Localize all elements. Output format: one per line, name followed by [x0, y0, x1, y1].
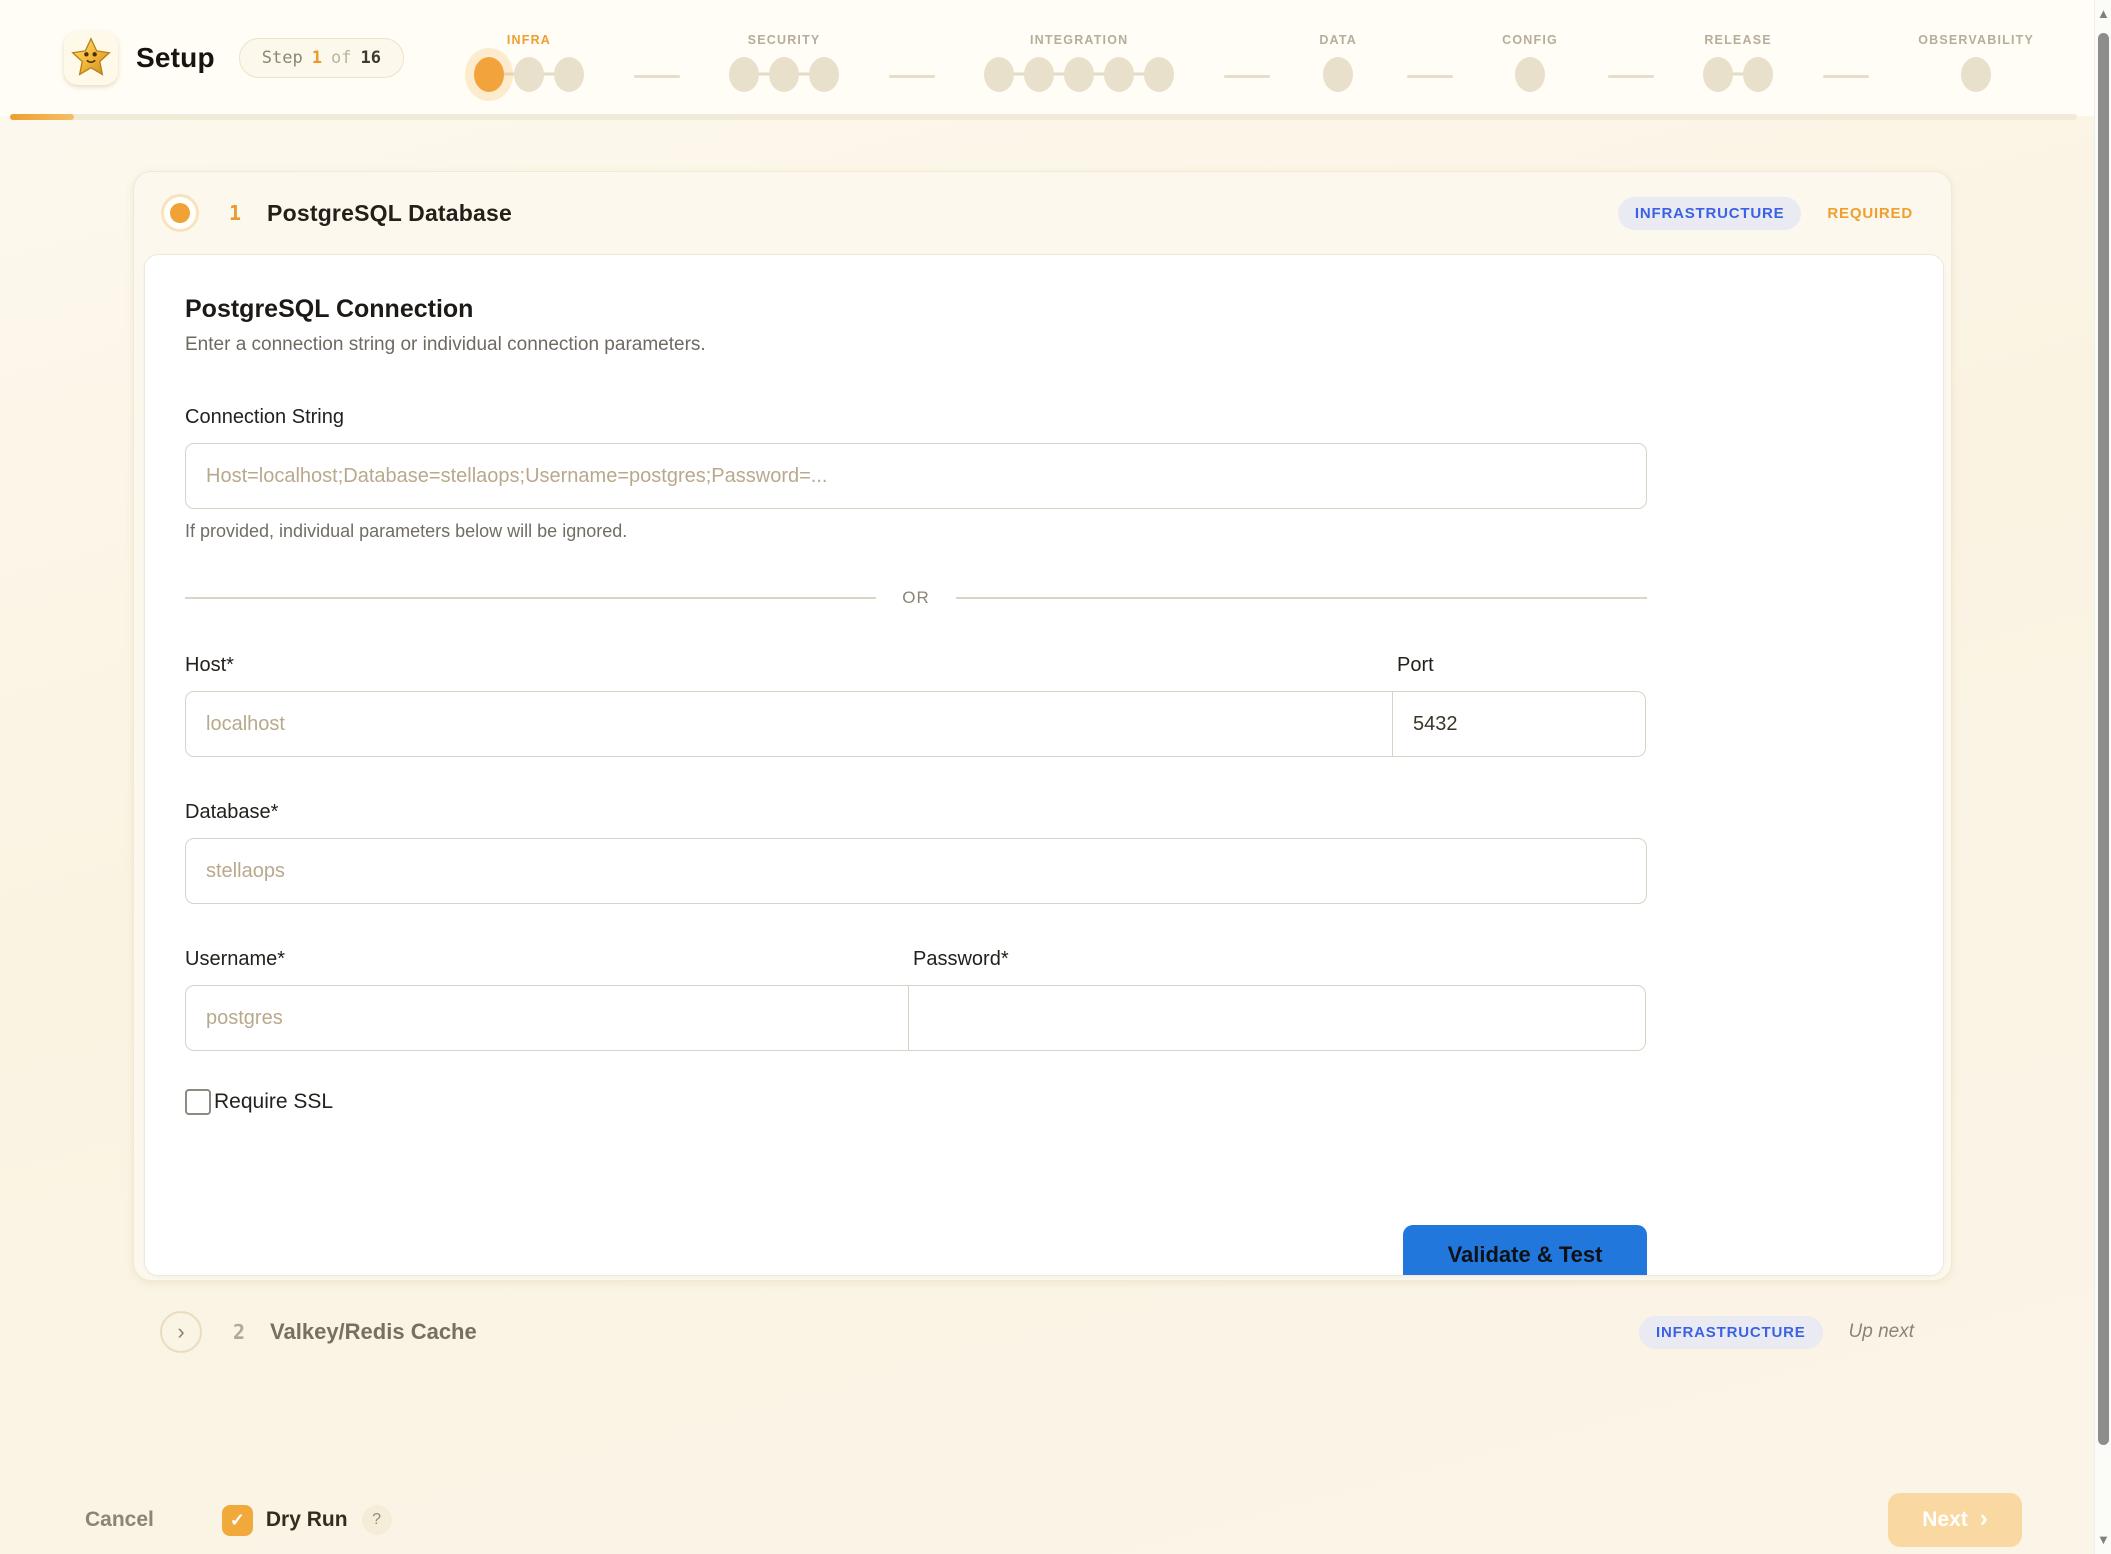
scroll-up-arrow-icon[interactable]: ▲ — [2097, 9, 2109, 19]
header: Setup Step 1 of 16 INFRA SECURITY INTEGRAT… — [0, 0, 2094, 116]
required-badge: REQUIRED — [1827, 205, 1913, 222]
step2-row[interactable]: › 2 Valkey/Redis Cache INFRASTRUCTURE Up… — [133, 1308, 1952, 1356]
host-input[interactable] — [206, 692, 1372, 756]
step-dot[interactable] — [809, 57, 839, 92]
database-label: Database* — [185, 801, 278, 824]
stepper-group-integration[interactable]: INTEGRATION — [984, 33, 1174, 92]
step2-infrastructure-badge: INFRASTRUCTURE — [1639, 1316, 1823, 1349]
connection-string-input[interactable] — [206, 444, 1626, 508]
step1-title: PostgreSQL Database — [267, 200, 512, 227]
require-ssl-label: Require SSL — [214, 1090, 333, 1114]
page-title: Setup — [136, 42, 215, 74]
password-label: Password* — [913, 948, 1009, 971]
stepper-group-config[interactable]: CONFIG — [1502, 33, 1558, 92]
chevron-right-icon: › — [1980, 1507, 1988, 1531]
checkmark-icon: ✓ — [230, 1510, 245, 1531]
step-counter-current: 1 — [312, 48, 322, 68]
step-dot[interactable] — [1104, 57, 1134, 92]
require-ssl-checkbox[interactable] — [185, 1089, 211, 1115]
step-dot[interactable] — [1743, 57, 1773, 92]
next-button[interactable]: Next › — [1888, 1493, 2022, 1547]
active-step-radio-icon — [161, 194, 199, 232]
step2-status: Up next — [1849, 1321, 1914, 1343]
stepper-group-label: SECURITY — [748, 33, 821, 47]
star-icon — [69, 36, 113, 80]
step-counter-prefix: Step — [262, 48, 303, 68]
stepper: INFRA SECURITY INTEGRATION DATA CONFIG RELEAS… — [474, 0, 2034, 116]
dry-run-help-icon[interactable]: ? — [362, 1505, 392, 1535]
postgres-form-panel: PostgreSQL Connection Enter a connection… — [144, 254, 1944, 1276]
stepper-group-infra[interactable]: INFRA — [474, 33, 584, 92]
database-input[interactable] — [206, 839, 1626, 903]
step-counter-total: 16 — [360, 48, 380, 68]
connection-string-helper: If provided, individual parameters below… — [185, 521, 1647, 542]
stepper-connector — [1174, 47, 1319, 78]
step-dot[interactable] — [1064, 57, 1094, 92]
step-dot[interactable] — [1144, 57, 1174, 92]
step-dot[interactable] — [984, 57, 1014, 92]
username-label: Username* — [185, 948, 909, 971]
or-divider: OR — [185, 586, 1647, 610]
dry-run-checkbox[interactable]: ✓ — [222, 1505, 253, 1536]
dry-run-toggle[interactable]: ✓ Dry Run ? — [222, 1505, 392, 1536]
stepper-group-label: RELEASE — [1704, 33, 1771, 47]
step-dot[interactable] — [1024, 57, 1054, 92]
host-label: Host* — [185, 654, 1393, 677]
stepper-connector — [584, 47, 729, 78]
stepper-group-label: CONFIG — [1502, 33, 1558, 47]
dry-run-label: Dry Run — [266, 1508, 348, 1532]
validate-test-button[interactable]: Validate & Test — [1403, 1225, 1647, 1276]
step2-title: Valkey/Redis Cache — [270, 1319, 477, 1345]
password-input[interactable] — [929, 986, 1625, 1050]
stepper-group-data[interactable]: DATA — [1319, 33, 1357, 92]
footer: Cancel ✓ Dry Run ? Next › — [85, 1492, 2022, 1548]
scroll-down-arrow-icon[interactable]: ▼ — [2097, 1535, 2109, 1545]
step1-card: 1 PostgreSQL Database INFRASTRUCTURE REQ… — [133, 171, 1952, 1281]
stepper-group-label: DATA — [1319, 33, 1357, 47]
step-dot[interactable] — [1703, 57, 1733, 92]
app-logo — [64, 31, 118, 85]
chevron-right-icon: › — [177, 1319, 184, 1345]
infrastructure-badge: INFRASTRUCTURE — [1618, 197, 1802, 230]
stepper-group-label: INFRA — [507, 33, 551, 47]
step-dot[interactable] — [769, 57, 799, 92]
stepper-connector — [1558, 47, 1703, 78]
cancel-button[interactable]: Cancel — [85, 1508, 154, 1532]
username-input[interactable] — [206, 986, 888, 1050]
connection-string-label: Connection String — [185, 406, 1647, 429]
setup-progress-track — [10, 114, 2077, 120]
step-dot[interactable] — [474, 57, 504, 92]
stepper-connector — [839, 47, 984, 78]
stepper-group-observability[interactable]: OBSERVABILITY — [1918, 33, 2034, 92]
next-button-label: Next — [1922, 1508, 1968, 1532]
stepper-group-security[interactable]: SECURITY — [729, 33, 839, 92]
progress-fill — [10, 114, 74, 120]
scrollbar[interactable]: ▲ ▼ — [2094, 0, 2111, 1554]
step-counter-of: of — [331, 48, 351, 68]
step-dot[interactable] — [1515, 57, 1545, 92]
step-dot[interactable] — [1961, 57, 1991, 92]
step-dot[interactable] — [514, 57, 544, 92]
port-label: Port — [1397, 654, 1434, 677]
step-counter-badge: Step 1 of 16 — [239, 38, 404, 78]
stepper-group-label: OBSERVABILITY — [1918, 33, 2034, 47]
stepper-group-label: INTEGRATION — [1030, 33, 1128, 47]
step1-card-header[interactable]: 1 PostgreSQL Database INFRASTRUCTURE REQ… — [134, 172, 1951, 254]
stepper-connector — [1773, 47, 1918, 78]
step-dot[interactable] — [554, 57, 584, 92]
step-dot[interactable] — [1323, 57, 1353, 92]
expand-step2-button[interactable]: › — [160, 1311, 202, 1353]
scrollbar-thumb[interactable] — [2098, 33, 2109, 1445]
form-subtitle: Enter a connection string or individual … — [185, 334, 1647, 356]
stepper-connector — [1357, 47, 1502, 78]
step1-number: 1 — [229, 201, 241, 225]
or-divider-label: OR — [876, 588, 956, 608]
step-dot[interactable] — [729, 57, 759, 92]
form-heading: PostgreSQL Connection — [185, 295, 1647, 324]
stepper-group-release[interactable]: RELEASE — [1703, 33, 1773, 92]
step2-number: 2 — [233, 1320, 245, 1344]
port-input[interactable] — [1413, 692, 1625, 756]
